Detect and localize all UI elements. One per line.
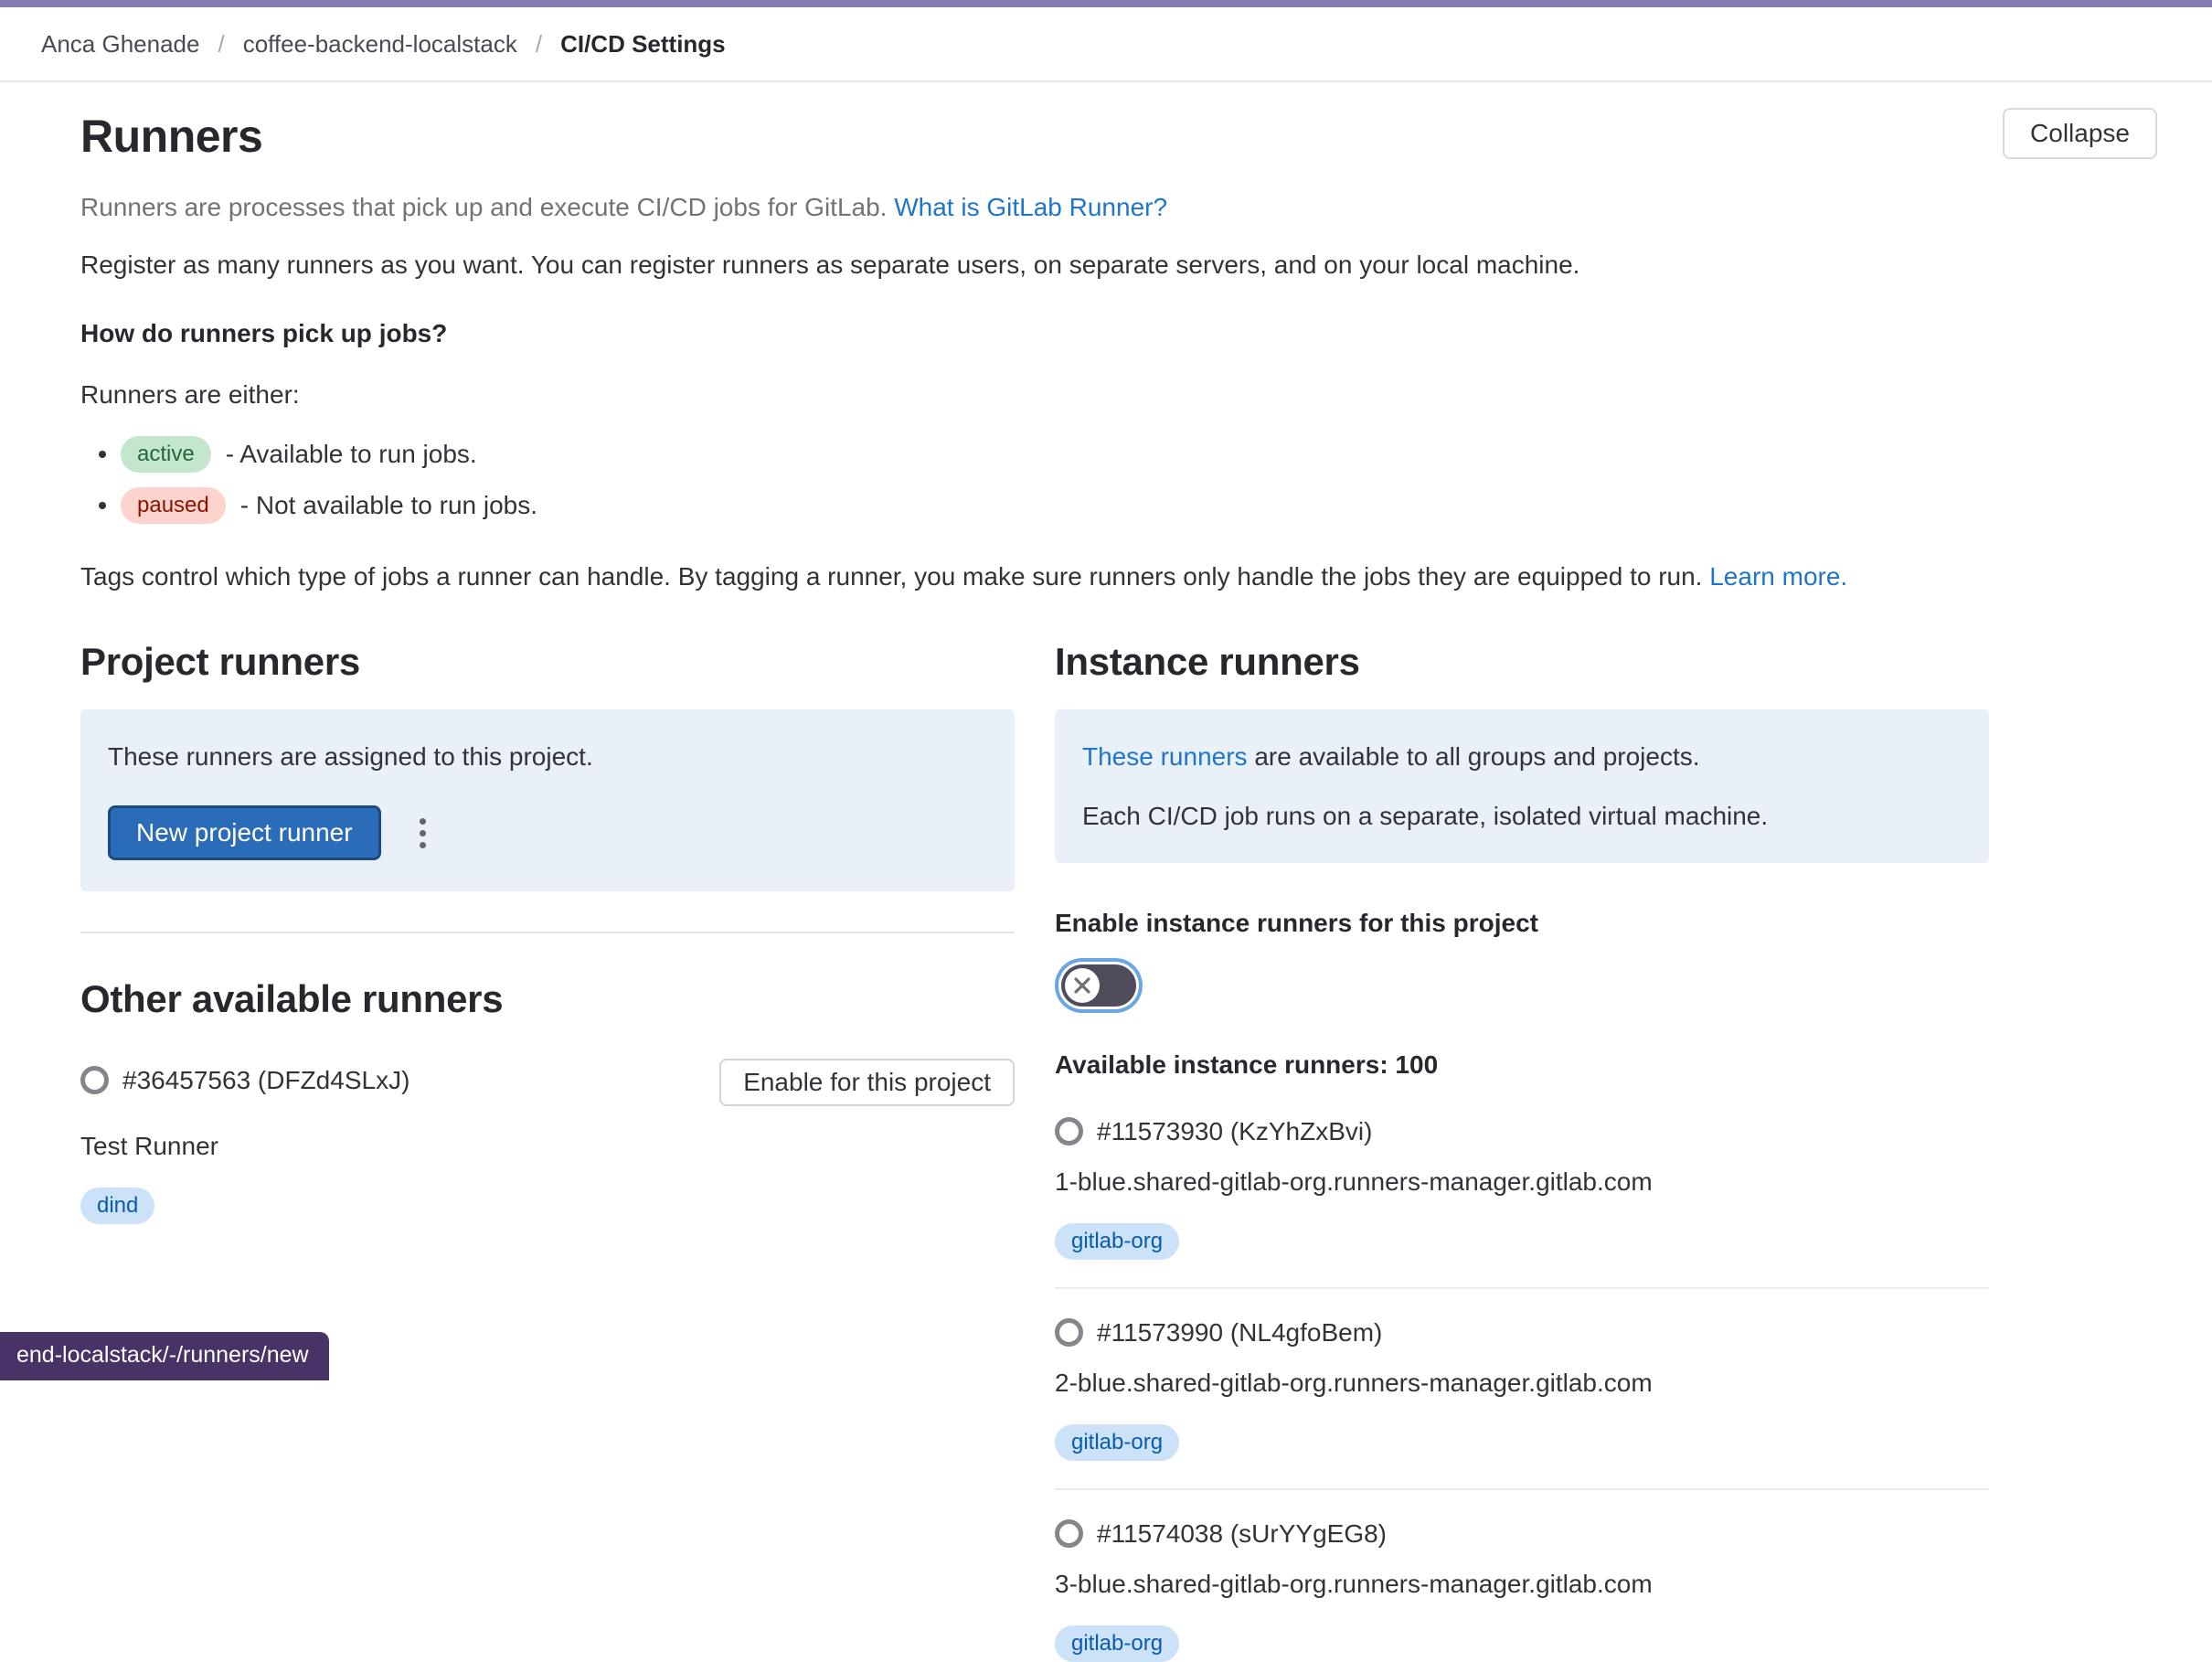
instance-runners-info-rest: are available to all groups and projects… (1248, 742, 1700, 771)
paused-status-badge: paused (121, 487, 226, 524)
list-item: paused - Not available to run jobs. (80, 487, 2157, 524)
runner-status-circle-icon (1055, 1117, 1083, 1145)
list-item: active - Available to run jobs. (80, 436, 2157, 473)
page-title: Runners (80, 108, 262, 165)
register-description: Register as many runners as you want. Yo… (80, 249, 2157, 281)
runner-tag-badge: gitlab-org (1055, 1223, 1179, 1260)
enable-instance-runners-label: Enable instance runners for this project (1055, 907, 1989, 939)
project-runners-title: Project runners (80, 638, 1015, 687)
runner-tag-badge: gitlab-org (1055, 1625, 1179, 1662)
project-runners-column: Project runners These runners are assign… (80, 638, 1015, 1662)
active-status-badge: active (121, 436, 211, 473)
runner-tag-badge: dind (80, 1188, 154, 1224)
breadcrumb-separator: / (218, 29, 224, 59)
tags-description-text: Tags control which type of jobs a runner… (80, 562, 1702, 591)
runner-name: Test Runner (80, 1130, 1015, 1162)
runner-status-circle-icon (1055, 1519, 1083, 1548)
tags-description: Tags control which type of jobs a runner… (80, 560, 2157, 592)
active-status-text: - Available to run jobs. (226, 438, 477, 470)
runner-tag-badge: gitlab-org (1055, 1424, 1179, 1461)
divider (80, 932, 1015, 933)
runner-status-circle-icon (1055, 1318, 1083, 1347)
runner-status-circle-icon (80, 1066, 109, 1094)
instance-runners-list: #11573930 (KzYhZxBvi) 1-blue.shared-gitl… (1055, 1115, 1989, 1662)
instance-runners-column: Instance runners These runners are avail… (1055, 638, 1989, 1662)
breadcrumb-separator: / (536, 29, 542, 59)
runner-host: 1-blue.shared-gitlab-org.runners-manager… (1055, 1166, 1989, 1198)
runners-description: Runners are processes that pick up and e… (80, 191, 2157, 223)
list-item: #11573930 (KzYhZxBvi) 1-blue.shared-gitl… (1055, 1115, 1989, 1289)
runner-id: #36457563 (DFZd4SLxJ) (80, 1064, 409, 1096)
divider (1055, 1488, 1989, 1490)
runner-states-list: active - Available to run jobs. paused -… (80, 436, 2157, 524)
jobs-question-heading: How do runners pick up jobs? (80, 317, 2157, 349)
top-accent-bar (0, 0, 2212, 7)
new-project-runner-button[interactable]: New project runner (108, 805, 381, 860)
list-item: #11574038 (sUrYYgEG8) 3-blue.shared-gitl… (1055, 1518, 1989, 1662)
divider (1055, 1287, 1989, 1289)
breadcrumb: Anca Ghenade / coffee-backend-localstack… (0, 7, 2212, 82)
runners-either-text: Runners are either: (80, 378, 2157, 410)
runner-id: #11574038 (sUrYYgEG8) (1055, 1518, 1989, 1550)
close-icon (1073, 976, 1091, 995)
instance-runners-info-line2: Each CI/CD job runs on a separate, isola… (1082, 800, 1962, 832)
list-item: #11573990 (NL4gfoBem) 2-blue.shared-gitl… (1055, 1316, 1989, 1490)
runners-description-text: Runners are processes that pick up and e… (80, 193, 887, 221)
instance-runners-infobox: These runners are available to all group… (1055, 709, 1989, 863)
runner-id-text: #36457563 (DFZd4SLxJ) (122, 1064, 409, 1096)
status-bar-url: end-localstack/-/runners/new (0, 1332, 329, 1380)
instance-runners-title: Instance runners (1055, 638, 1989, 687)
project-runners-info-text: These runners are assigned to this proje… (108, 740, 987, 772)
breadcrumb-item-current: CI/CD Settings (560, 29, 726, 59)
paused-status-text: - Not available to run jobs. (240, 489, 537, 521)
runner-host: 2-blue.shared-gitlab-org.runners-manager… (1055, 1367, 1989, 1399)
runner-id: #11573930 (KzYhZxBvi) (1055, 1115, 1989, 1147)
breadcrumb-item-project[interactable]: coffee-backend-localstack (243, 29, 517, 59)
project-runners-infobox: These runners are assigned to this proje… (80, 709, 1015, 891)
instance-runners-toggle[interactable] (1061, 964, 1136, 1007)
enable-for-project-button[interactable]: Enable for this project (719, 1059, 1015, 1106)
available-instance-runners-label: Available instance runners: 100 (1055, 1049, 1989, 1081)
what-is-gitlab-runner-link[interactable]: What is GitLab Runner? (894, 193, 1167, 221)
runner-id-text: #11574038 (sUrYYgEG8) (1097, 1518, 1387, 1550)
runner-id-text: #11573990 (NL4gfoBem) (1097, 1316, 1382, 1348)
kebab-menu-icon[interactable] (412, 811, 433, 856)
runner-id-text: #11573930 (KzYhZxBvi) (1097, 1115, 1372, 1147)
collapse-button[interactable]: Collapse (2003, 108, 2157, 159)
runner-id: #11573990 (NL4gfoBem) (1055, 1316, 1989, 1348)
instance-runners-info-text: These runners are available to all group… (1082, 740, 1962, 772)
runner-host: 3-blue.shared-gitlab-org.runners-manager… (1055, 1568, 1989, 1600)
these-runners-link[interactable]: These runners (1082, 742, 1248, 771)
breadcrumb-item-user[interactable]: Anca Ghenade (41, 29, 199, 59)
learn-more-link[interactable]: Learn more. (1709, 562, 1847, 591)
toggle-knob (1065, 968, 1100, 1003)
other-runners-title: Other available runners (80, 975, 1015, 1024)
